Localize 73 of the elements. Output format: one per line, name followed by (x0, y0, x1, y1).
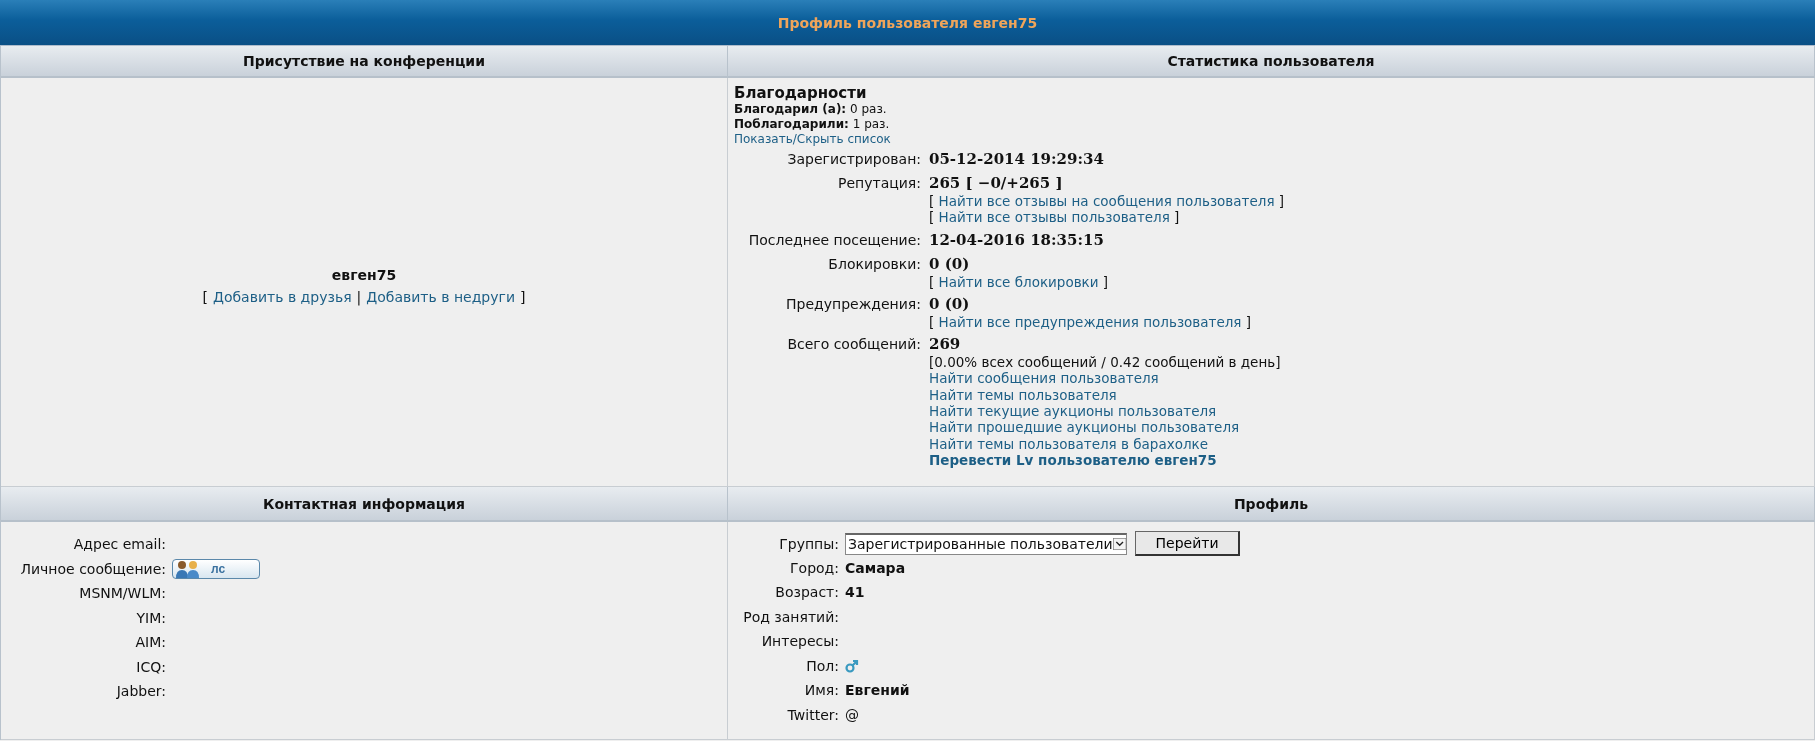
profile-label: Род занятий: (742, 608, 839, 625)
stat-value: 12-04-2016 18:35:15 (929, 230, 1105, 250)
bracket-mark: ] (1174, 209, 1180, 226)
profile-label: Имя: (803, 682, 839, 699)
bracket-mark: ] (520, 289, 526, 305)
transfer-link[interactable]: Перевести Lv пользователю евген75 (929, 451, 1217, 468)
stat-label: Всего сообщений: (786, 335, 921, 355)
search-link[interactable]: Найти все блокировки (938, 273, 1099, 290)
search-link[interactable]: Найти все отзывы пользователя (938, 209, 1170, 226)
search-link[interactable]: Найти текущие аукционы пользователя (929, 403, 1217, 420)
bracket-mark: [ (929, 193, 935, 209)
stat-label: Последнее посещение: (747, 230, 921, 250)
thanks-value: 0 раз. (850, 102, 887, 116)
contact-label: MSNM/WLM: (78, 585, 166, 602)
go-button[interactable]: Перейти (1135, 531, 1240, 556)
profile-label: Возраст: (774, 584, 839, 601)
profile-value: 41 (845, 584, 865, 601)
section-header: Статистика пользователя (728, 46, 1815, 78)
thanks-label: Благодарил (а): (734, 102, 847, 116)
search-link[interactable]: Найти темы пользователя (929, 386, 1117, 403)
stat-label: Предупреждения: (785, 294, 921, 314)
stat-value: 0 (0) (929, 254, 971, 274)
chevron-down-icon (1112, 535, 1126, 553)
page-title: Профиль пользователя евген75 (777, 14, 1038, 31)
stat-value: 0 (0) (929, 294, 971, 314)
thanks-heading: Благодарности (734, 84, 867, 102)
post-rate-text: [0.00% всех сообщений / 0.42 сообщений в день] (929, 354, 1282, 371)
contact-label: Адрес email: (72, 536, 166, 553)
bracket-mark: [ (929, 273, 935, 290)
friend-link[interactable]: Добавить в недруги (366, 289, 515, 305)
profile-label: Twitter: (786, 706, 839, 723)
contact-label: Jabber: (115, 683, 166, 700)
bracket-mark: [ (202, 289, 208, 305)
stat-value: 05-12-2014 19:29:34 (929, 150, 1105, 169)
stat-value: 265 [ −0/+265 ] (929, 174, 1064, 193)
profile-label: Группы: (778, 535, 839, 552)
profile-value: Самара (845, 559, 906, 576)
bracket-mark: [ (929, 313, 935, 330)
group-dropdown[interactable]: Зарегистрированные пользователи (845, 532, 1127, 555)
profile-value: Евгений (845, 682, 910, 699)
section-header: Контактная информация (1, 487, 728, 522)
contact-label: AIM: (134, 634, 166, 651)
contact-label: Личное сообщение: (19, 560, 166, 577)
bracket-mark: ] (1245, 313, 1252, 330)
bracket-mark: [ (929, 209, 935, 226)
profile-label: Город: (789, 559, 839, 576)
section-header: Присутствие на конференции (1, 46, 728, 78)
search-link[interactable]: Найти все отзывы на сообщения пользователя (938, 193, 1275, 209)
stat-label: Репутация: (837, 174, 921, 193)
thanks-label: Поблагодарили: (734, 117, 849, 131)
stat-label: Зарегистрирован: (786, 150, 921, 169)
male-symbol-icon (845, 658, 859, 673)
profile-label: Интересы: (760, 633, 839, 650)
contact-label: YIM: (135, 609, 166, 626)
search-link[interactable]: Найти все предупреждения пользователя (938, 313, 1242, 330)
separator-mark: | (356, 289, 362, 305)
bracket-mark: ] (1102, 273, 1109, 290)
search-link[interactable]: Найти сообщения пользователя (929, 370, 1159, 387)
stat-label: Блокировки: (827, 254, 921, 274)
profile-label: Пол: (805, 657, 839, 674)
thanks-value: 1 раз. (852, 117, 890, 131)
bracket-mark: ] (1278, 193, 1285, 209)
contact-label: ICQ: (135, 658, 166, 675)
profile-value: @ (845, 706, 859, 723)
search-link[interactable]: Найти прошедшие аукционы пользователя (929, 419, 1240, 436)
search-link[interactable]: Найти темы пользователя в барахолке (929, 435, 1208, 452)
friend-link[interactable]: Добавить в друзья (213, 289, 352, 305)
toggle-list-link[interactable]: Показать/Скрыть список (734, 132, 891, 146)
users-icon (175, 559, 201, 578)
stat-value: 269 (929, 335, 962, 355)
private-message-button[interactable]: лс (172, 558, 260, 579)
section-header: Профиль (728, 487, 1815, 522)
username: евген75 (331, 267, 397, 283)
